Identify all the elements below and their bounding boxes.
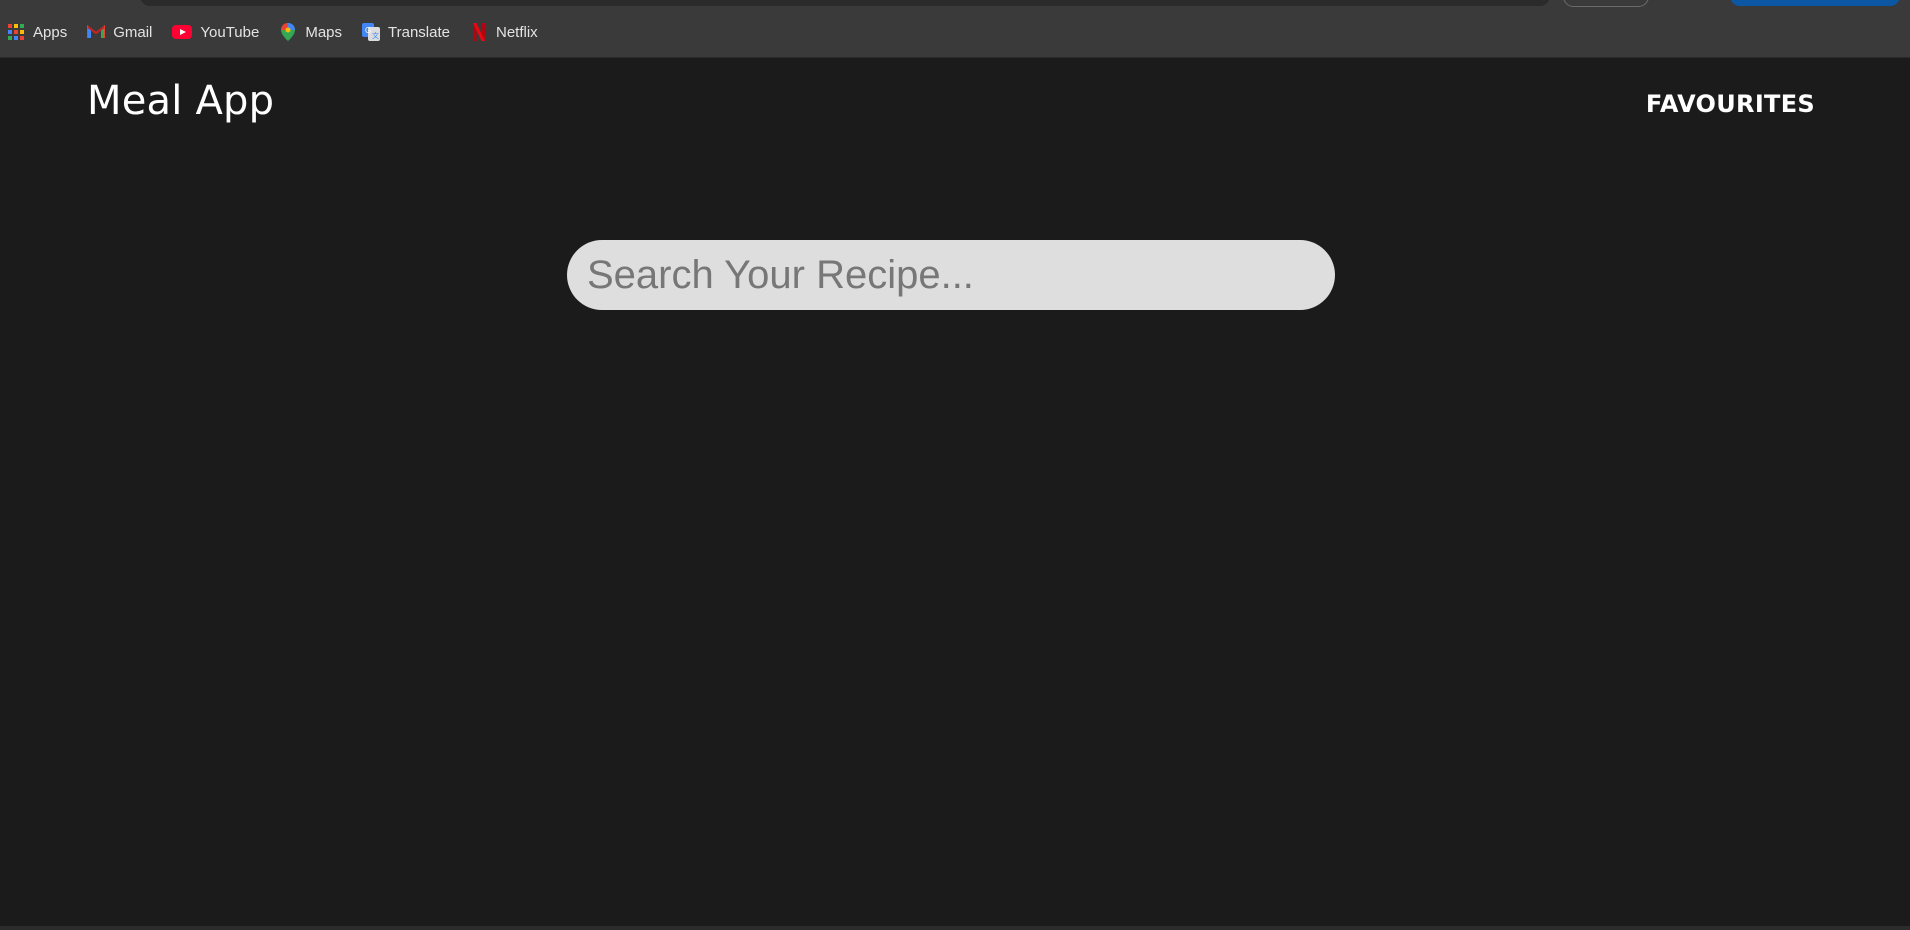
bookmark-youtube[interactable]: YouTube	[172, 20, 259, 44]
page-bottom-divider	[0, 926, 1910, 930]
search-container	[567, 240, 1335, 310]
bookmark-maps[interactable]: Maps	[279, 20, 342, 44]
bookmark-translate[interactable]: G 文 Translate	[362, 20, 450, 44]
bookmark-apps[interactable]: Apps	[7, 20, 67, 44]
bookmark-label: Netflix	[496, 23, 538, 41]
recipe-search-input[interactable]	[567, 240, 1335, 310]
favourites-link[interactable]: FAVOURITES	[1646, 90, 1815, 118]
bookmark-label: Translate	[388, 23, 450, 41]
apps-grid-icon	[7, 23, 25, 41]
netflix-icon	[470, 23, 488, 41]
bookmark-gmail[interactable]: Gmail	[87, 20, 152, 44]
app-title[interactable]: Meal App	[87, 78, 274, 124]
bookmark-netflix[interactable]: Netflix	[470, 20, 538, 44]
bookmark-label: YouTube	[200, 23, 260, 41]
bookmark-label: Apps	[33, 23, 68, 41]
translate-icon: G 文	[362, 23, 381, 41]
bookmarks-bar: Apps Gmail YouTube Maps G 文 Translate Ne…	[7, 20, 558, 44]
maps-pin-icon	[279, 23, 297, 41]
browser-toolbar: Apps Gmail YouTube Maps G 文 Translate Ne…	[0, 0, 1910, 58]
address-bar[interactable]	[140, 0, 1550, 6]
browser-toolbar-button[interactable]	[1563, 0, 1649, 7]
gmail-icon	[87, 23, 106, 41]
bookmark-label: Gmail	[113, 23, 153, 41]
svg-text:文: 文	[372, 31, 379, 40]
bookmark-label: Maps	[305, 23, 343, 41]
svg-text:G: G	[365, 26, 371, 35]
browser-action-button[interactable]	[1730, 0, 1900, 6]
app-header: Meal App FAVOURITES	[0, 58, 1910, 148]
youtube-icon	[172, 23, 193, 41]
